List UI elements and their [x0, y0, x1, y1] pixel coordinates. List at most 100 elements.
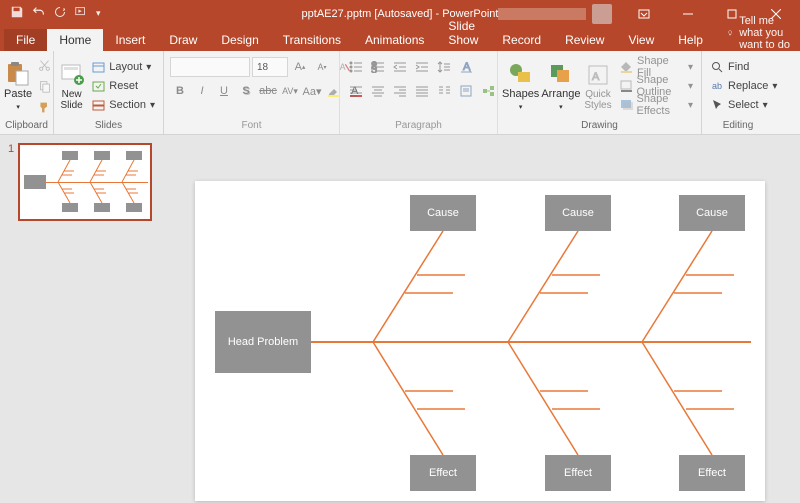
- copy-button[interactable]: [34, 76, 54, 96]
- shape-cause-2[interactable]: Cause: [545, 195, 611, 231]
- decrease-font-icon[interactable]: A▾: [312, 57, 332, 77]
- new-slide-button[interactable]: New Slide: [58, 55, 85, 117]
- tell-me-search[interactable]: Tell me what you want to do: [727, 15, 800, 51]
- tab-animations[interactable]: Animations: [353, 29, 436, 51]
- shapes-button[interactable]: Shapes▾: [502, 55, 539, 117]
- align-text-button[interactable]: [456, 81, 476, 101]
- char-spacing-button[interactable]: AV▾: [280, 81, 300, 101]
- group-clipboard: Paste▾ Clipboard: [0, 51, 54, 134]
- align-left-button[interactable]: [346, 81, 366, 101]
- reset-icon: [91, 79, 105, 93]
- thumbnail-item[interactable]: 1: [8, 143, 152, 221]
- quick-styles-icon: A: [585, 61, 611, 89]
- tab-insert[interactable]: Insert: [103, 29, 157, 51]
- tab-draw[interactable]: Draw: [157, 29, 209, 51]
- new-slide-icon: [59, 61, 85, 89]
- tell-me-label: Tell me what you want to do: [739, 15, 800, 51]
- underline-button[interactable]: U: [214, 81, 234, 101]
- tab-record[interactable]: Record: [490, 29, 553, 51]
- italic-button[interactable]: I: [192, 81, 212, 101]
- group-label: Drawing: [502, 119, 697, 132]
- section-button[interactable]: Section ▾: [87, 96, 159, 114]
- qat-more-icon[interactable]: ▾: [96, 8, 101, 19]
- shape-head-problem[interactable]: Head Problem: [215, 311, 311, 373]
- slide-canvas[interactable]: Head Problem Cause Cause Cause Effect Ef…: [195, 181, 765, 501]
- workspace: 1: [0, 135, 800, 503]
- section-icon: [91, 98, 105, 112]
- thumbnail-preview[interactable]: [18, 143, 152, 221]
- decrease-indent-button[interactable]: [390, 57, 410, 77]
- columns-button[interactable]: [434, 81, 454, 101]
- text-direction-button[interactable]: A: [456, 57, 476, 77]
- increase-font-icon[interactable]: A▴: [290, 57, 310, 77]
- new-slide-label: New Slide: [61, 89, 83, 111]
- shape-effect-3[interactable]: Effect: [679, 455, 745, 491]
- ribbon: Paste▾ Clipboard New Slide Layout ▾ Rese…: [0, 51, 800, 135]
- group-label: Paragraph: [344, 119, 493, 132]
- slide-thumbnails-panel: 1: [0, 135, 160, 503]
- cut-button[interactable]: [34, 55, 54, 75]
- replace-button[interactable]: abReplace ▾: [706, 77, 781, 95]
- ribbon-display-icon[interactable]: [624, 1, 664, 27]
- shape-cause-3[interactable]: Cause: [679, 195, 745, 231]
- change-case-button[interactable]: Aa▾: [302, 81, 322, 101]
- quick-styles-button[interactable]: A Quick Styles: [582, 55, 613, 117]
- format-painter-button[interactable]: [34, 97, 54, 117]
- window-title: pptAE27.pptm [Autosaved] - PowerPoint: [302, 8, 499, 20]
- tab-home[interactable]: Home: [47, 29, 103, 51]
- shapes-icon: [508, 60, 534, 88]
- shape-cause-1[interactable]: Cause: [410, 195, 476, 231]
- minimize-button[interactable]: [668, 1, 708, 27]
- undo-icon[interactable]: [32, 5, 46, 22]
- tab-transitions[interactable]: Transitions: [271, 29, 353, 51]
- slide-canvas-area[interactable]: Head Problem Cause Cause Cause Effect Ef…: [160, 135, 800, 503]
- group-label: Slides: [58, 119, 159, 132]
- select-button[interactable]: Select ▾: [706, 96, 781, 114]
- redo-icon[interactable]: [54, 6, 66, 21]
- paste-icon: [5, 60, 31, 88]
- font-size-combo[interactable]: 18: [252, 57, 288, 77]
- increase-indent-button[interactable]: [412, 57, 432, 77]
- layout-button[interactable]: Layout ▾: [87, 58, 159, 76]
- group-label: Editing: [706, 119, 770, 132]
- group-font: 18 A▴ A▾ A B I U S abc AV▾ Aa▾ A Font: [164, 51, 340, 134]
- tab-file[interactable]: File: [4, 29, 47, 51]
- strikethrough-button[interactable]: abc: [258, 81, 278, 101]
- outline-icon: [620, 79, 633, 93]
- justify-button[interactable]: [412, 81, 432, 101]
- start-from-beginning-icon[interactable]: [74, 5, 88, 22]
- effects-icon: [620, 98, 633, 112]
- tab-help[interactable]: Help: [666, 29, 715, 51]
- user-account[interactable]: [498, 4, 612, 24]
- tab-review[interactable]: Review: [553, 29, 616, 51]
- select-icon: [710, 98, 724, 112]
- shadow-button[interactable]: S: [236, 81, 256, 101]
- shape-effect-2[interactable]: Effect: [545, 455, 611, 491]
- align-center-button[interactable]: [368, 81, 388, 101]
- tab-slideshow[interactable]: Slide Show: [436, 15, 490, 51]
- tab-design[interactable]: Design: [209, 29, 270, 51]
- reset-button[interactable]: Reset: [87, 77, 159, 95]
- shape-effect-1[interactable]: Effect: [410, 455, 476, 491]
- replace-icon: ab: [710, 79, 724, 93]
- align-right-button[interactable]: [390, 81, 410, 101]
- numbering-button[interactable]: 123: [368, 57, 388, 77]
- svg-text:3: 3: [371, 64, 377, 73]
- line-spacing-button[interactable]: [434, 57, 454, 77]
- smartart-button[interactable]: [478, 81, 498, 101]
- find-icon: [710, 60, 724, 74]
- menu-bar: File Home Insert Draw Design Transitions…: [0, 27, 800, 51]
- bullets-button[interactable]: [346, 57, 366, 77]
- shape-effects-button[interactable]: Shape Effects ▾: [616, 96, 697, 114]
- find-button[interactable]: Find: [706, 58, 781, 76]
- bold-button[interactable]: B: [170, 81, 190, 101]
- font-name-combo[interactable]: [170, 57, 250, 77]
- group-label: Clipboard: [4, 119, 49, 132]
- paste-button[interactable]: Paste▾: [4, 55, 32, 117]
- save-icon[interactable]: [10, 5, 24, 22]
- arrange-button[interactable]: Arrange▾: [541, 55, 580, 117]
- thumbnail-number: 1: [8, 143, 14, 221]
- fishbone-spine[interactable]: [311, 341, 751, 343]
- tab-view[interactable]: View: [616, 29, 666, 51]
- group-editing: Find abReplace ▾ Select ▾ Editing: [702, 51, 774, 134]
